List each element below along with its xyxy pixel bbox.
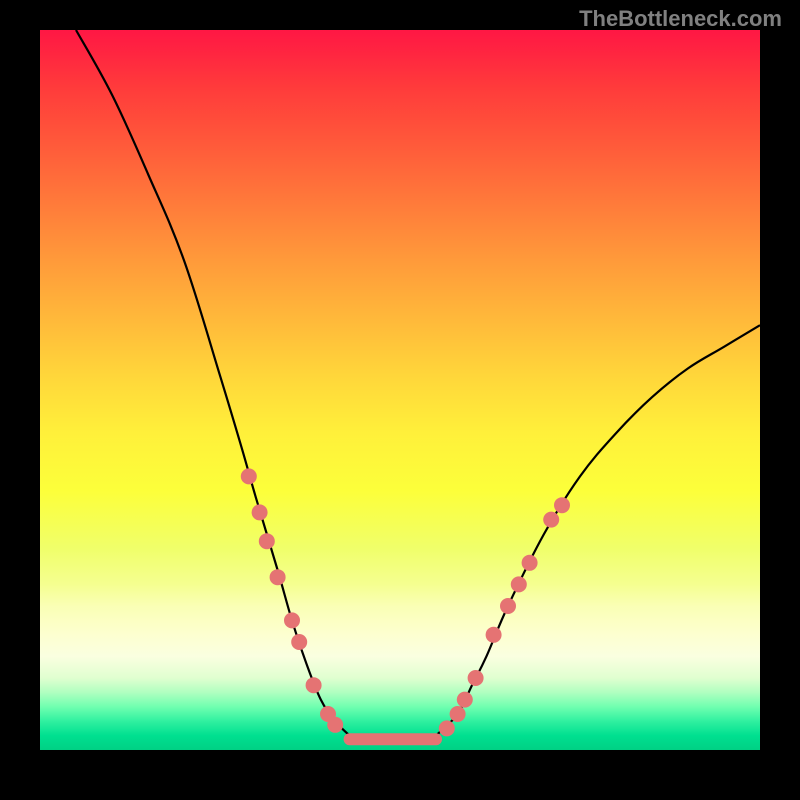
- marker-dot: [252, 504, 268, 520]
- marker-dot: [259, 533, 275, 549]
- marker-dot: [486, 627, 502, 643]
- marker-dot: [327, 717, 343, 733]
- marker-dot: [468, 670, 484, 686]
- markers-right: [439, 497, 570, 736]
- marker-dot: [439, 720, 455, 736]
- marker-dot: [284, 612, 300, 628]
- marker-dot: [457, 692, 473, 708]
- watermark-text: TheBottleneck.com: [579, 6, 782, 32]
- marker-dot: [522, 555, 538, 571]
- right-curve: [436, 325, 760, 735]
- marker-dot: [511, 576, 527, 592]
- marker-dot: [270, 569, 286, 585]
- marker-dot: [500, 598, 516, 614]
- chart-svg: [40, 30, 760, 750]
- chart-area: [40, 30, 760, 750]
- markers-left: [241, 468, 343, 732]
- left-curve: [76, 30, 350, 736]
- marker-dot: [554, 497, 570, 513]
- marker-dot: [543, 512, 559, 528]
- marker-dot: [291, 634, 307, 650]
- marker-dot: [241, 468, 257, 484]
- marker-dot: [450, 706, 466, 722]
- marker-dot: [306, 677, 322, 693]
